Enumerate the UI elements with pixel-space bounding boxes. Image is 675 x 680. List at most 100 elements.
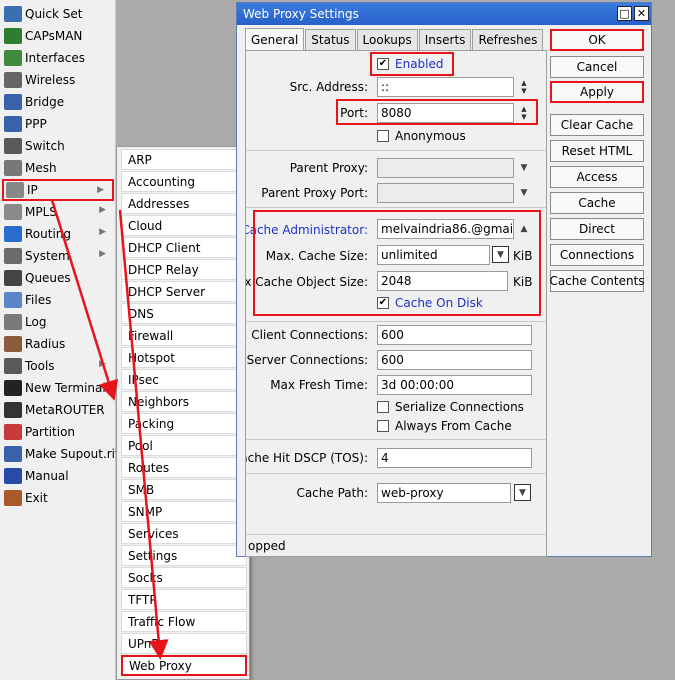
src-address-input[interactable]: :: [377, 77, 514, 97]
cache-button[interactable]: Cache [550, 192, 644, 214]
serialize-check-box[interactable] [377, 401, 389, 413]
menu-item-metarouter[interactable]: MetaROUTER [2, 399, 114, 421]
submenu-item-dhcp-server[interactable]: DHCP Server [121, 281, 247, 302]
clear-cache-button[interactable]: Clear Cache [550, 114, 644, 136]
menu-item-wireless[interactable]: Wireless [2, 69, 114, 91]
submenu-item-tftp[interactable]: TFTP [121, 589, 247, 610]
up-arrow-icon[interactable]: ▲ [521, 105, 526, 113]
submenu-item-settings[interactable]: Settings [121, 545, 247, 566]
max-client-connections-input[interactable]: 600 [377, 325, 532, 345]
submenu-item-dhcp-client[interactable]: DHCP Client [121, 237, 247, 258]
up-arrow-icon[interactable]: ▲ [521, 79, 526, 87]
port-input[interactable]: 8080 [377, 103, 514, 123]
cache-path-input[interactable]: web-proxy [377, 483, 511, 503]
parent-proxy-port-input[interactable] [377, 183, 514, 203]
menu-item-ip[interactable]: IP ▶ [2, 179, 114, 201]
submenu-item-services[interactable]: Services [121, 523, 247, 544]
window-titlebar[interactable]: Web Proxy Settings □ ✕ [237, 3, 651, 25]
close-button[interactable]: ✕ [634, 6, 649, 21]
submenu-item-packing[interactable]: Packing [121, 413, 247, 434]
menu-item-radius[interactable]: Radius [2, 333, 114, 355]
submenu-item-dhcp-relay[interactable]: DHCP Relay [121, 259, 247, 280]
cache-hit-dscp-input[interactable]: 4 [377, 448, 532, 468]
submenu-item-arp[interactable]: ARP [121, 149, 247, 170]
menu-item-switch[interactable]: Switch [2, 135, 114, 157]
anonymous-check-box[interactable] [377, 130, 389, 142]
submenu-item-routes[interactable]: Routes [121, 457, 247, 478]
menu-item-files[interactable]: Files [2, 289, 114, 311]
menu-item-tools[interactable]: Tools ▶ [2, 355, 114, 377]
menu-item-exit[interactable]: Exit [2, 487, 114, 509]
anonymous-checkbox[interactable]: Anonymous [377, 129, 466, 143]
menu-item-ppp[interactable]: PPP [2, 113, 114, 135]
cache-administrator-collapse-icon[interactable]: ▲ [516, 219, 532, 239]
down-arrow-icon[interactable]: ▼ [521, 113, 526, 121]
max-fresh-time-input[interactable]: 3d 00:00:00 [377, 375, 532, 395]
submenu-item-snmp[interactable]: SNMP [121, 501, 247, 522]
menu-item-mesh[interactable]: Mesh [2, 157, 114, 179]
maximize-button[interactable]: □ [617, 6, 632, 21]
submenu-item-smb[interactable]: SMB [121, 479, 247, 500]
max-cache-size-input[interactable]: unlimited [377, 245, 490, 265]
menu-item-manual[interactable]: Manual [2, 465, 114, 487]
down-arrow-icon[interactable]: ▼ [521, 87, 526, 95]
tab-status[interactable]: Status [305, 29, 356, 50]
connections-button[interactable]: Connections [550, 244, 644, 266]
submenu-item-hotspot[interactable]: Hotspot [121, 347, 247, 368]
menu-item-system[interactable]: System ▶ [2, 245, 114, 267]
always-from-cache-check-box[interactable] [377, 420, 389, 432]
menu-item-log[interactable]: Log [2, 311, 114, 333]
cache-on-disk-check-box[interactable]: ✔ [377, 297, 389, 309]
menu-item-quick-set[interactable]: Quick Set [2, 3, 114, 25]
max-cache-object-size-input[interactable]: 2048 [377, 271, 508, 291]
cancel-button[interactable]: Cancel [550, 56, 644, 78]
submenu-item-accounting[interactable]: Accounting [121, 171, 247, 192]
submenu-item-traffic-flow[interactable]: Traffic Flow [121, 611, 247, 632]
menu-item-routing[interactable]: Routing ▶ [2, 223, 114, 245]
submenu-item-web-proxy[interactable]: Web Proxy [121, 655, 247, 676]
serialize-connections-checkbox[interactable]: Serialize Connections [377, 400, 524, 414]
submenu-item-addresses[interactable]: Addresses [121, 193, 247, 214]
menu-item-partition[interactable]: Partition [2, 421, 114, 443]
submenu-item-pool[interactable]: Pool [121, 435, 247, 456]
access-button[interactable]: Access [550, 166, 644, 188]
cache-contents-button[interactable]: Cache Contents [549, 270, 645, 292]
cache-path-dropdown-icon[interactable]: ▼ [514, 484, 531, 501]
max-client-connections-label: Max. Client Connections: [246, 328, 368, 342]
parent-proxy-dropdown-icon[interactable]: ▼ [516, 158, 532, 178]
menu-item-interfaces[interactable]: Interfaces [2, 47, 114, 69]
tab-general[interactable]: General [245, 28, 305, 50]
switch-icon [4, 138, 22, 154]
apply-button[interactable]: Apply [550, 81, 644, 103]
ok-button[interactable]: OK [550, 29, 644, 51]
submenu-item-socks[interactable]: Socks [121, 567, 247, 588]
menu-item-new-terminal[interactable]: New Terminal [2, 377, 114, 399]
menu-item-mpls[interactable]: MPLS ▶ [2, 201, 114, 223]
parent-proxy-port-dropdown-icon[interactable]: ▼ [516, 183, 532, 203]
enabled-checkbox[interactable]: ✔ Enabled [377, 57, 444, 71]
direct-button[interactable]: Direct [550, 218, 644, 240]
submenu-item-firewall[interactable]: Firewall [121, 325, 247, 346]
menu-item-make-supout-rif[interactable]: Make Supout.rif [2, 443, 119, 465]
submenu-item-ipsec[interactable]: IPsec [121, 369, 247, 390]
max-server-connections-input[interactable]: 600 [377, 350, 532, 370]
cache-on-disk-checkbox[interactable]: ✔ Cache On Disk [377, 296, 483, 310]
cache-administrator-input[interactable]: melvaindria86.@gmail.com [377, 219, 514, 239]
menu-item-bridge[interactable]: Bridge [2, 91, 114, 113]
reset-html-button[interactable]: Reset HTML [550, 140, 644, 162]
tab-lookups[interactable]: Lookups [356, 29, 418, 50]
submenu-item-dns[interactable]: DNS [121, 303, 247, 324]
always-from-cache-checkbox[interactable]: Always From Cache [377, 419, 512, 433]
port-spinner[interactable]: ▲ ▼ [516, 103, 532, 123]
menu-item-queues[interactable]: Queues [2, 267, 114, 289]
parent-proxy-input[interactable] [377, 158, 514, 178]
submenu-item-neighbors[interactable]: Neighbors [121, 391, 247, 412]
tab-refreshes[interactable]: Refreshes [472, 29, 544, 50]
menu-item-capsman[interactable]: CAPsMAN [2, 25, 114, 47]
submenu-item-cloud[interactable]: Cloud [121, 215, 247, 236]
submenu-item-upnp[interactable]: UPnP [121, 633, 247, 654]
tab-inserts[interactable]: Inserts [418, 29, 472, 50]
enabled-check-box[interactable]: ✔ [377, 58, 389, 70]
max-cache-size-dropdown-icon[interactable]: ▼ [492, 246, 509, 263]
src-address-spinner[interactable]: ▲ ▼ [516, 77, 532, 97]
